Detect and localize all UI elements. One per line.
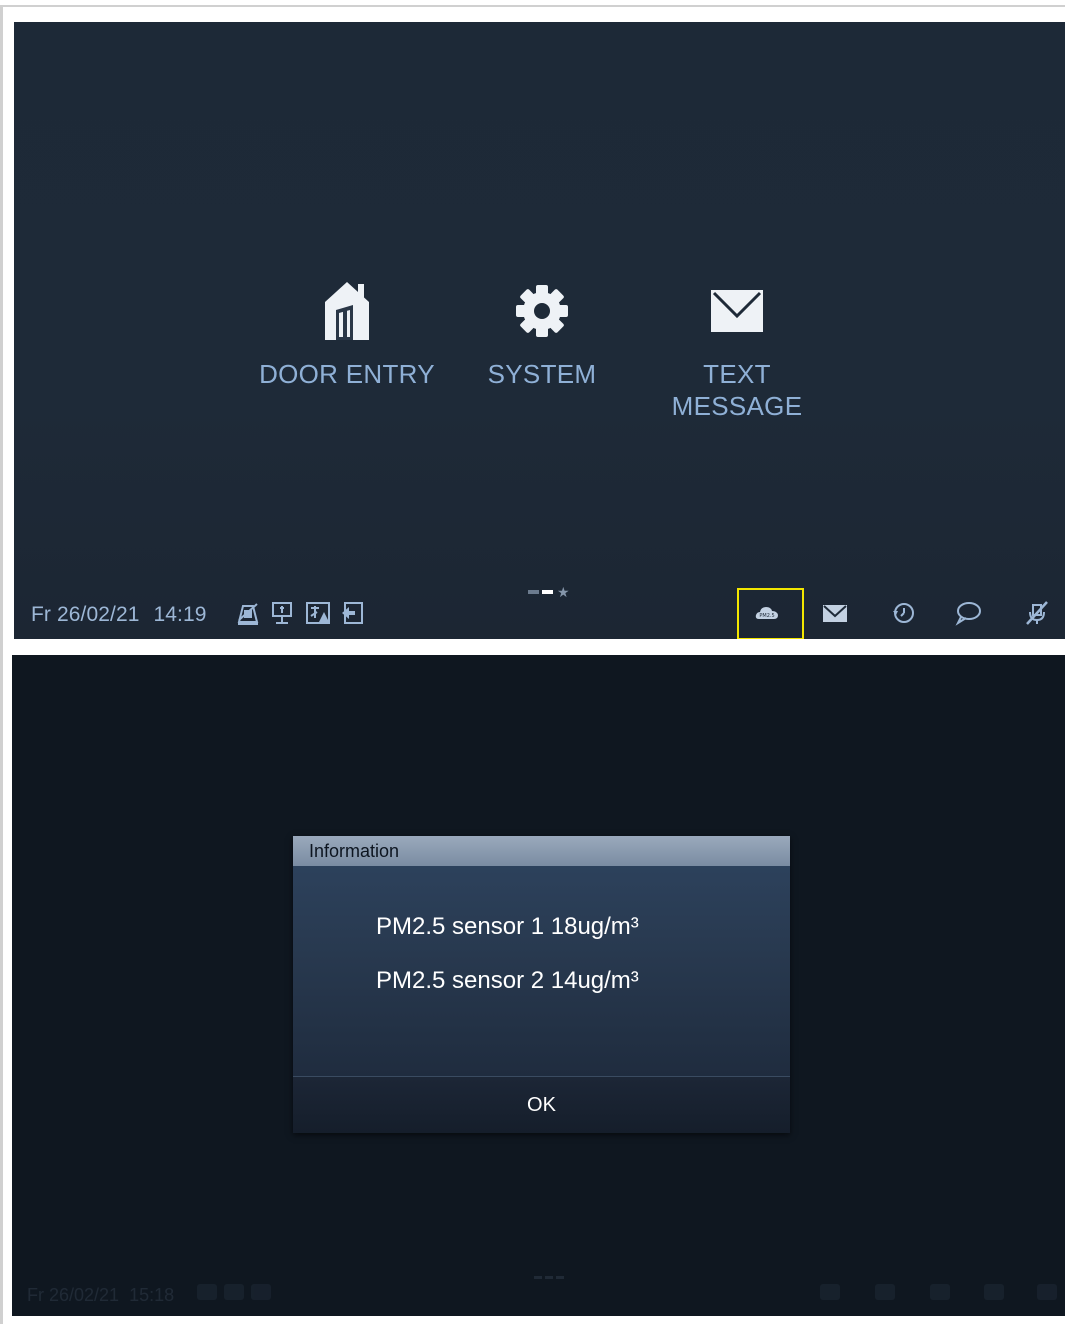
dialog-title: Information	[293, 836, 790, 866]
faded-mute-icon	[1037, 1284, 1057, 1300]
information-dialog: Information PM2.5 sensor 1 18ug/m³ PM2.5…	[293, 836, 790, 1133]
return-home-icon	[338, 599, 366, 627]
date-time: Fr 26/02/21 14:19	[31, 603, 207, 627]
pm25-sensor-1-reading: PM2.5 sensor 1 18ug/m³	[376, 913, 639, 940]
ok-button[interactable]: OK	[293, 1077, 790, 1134]
system-label: SYSTEM	[487, 359, 597, 389]
faded-date: Fr 26/02/21	[27, 1285, 120, 1305]
dialog-body: PM2.5 sensor 1 18ug/m³ PM2.5 sensor 2 14…	[376, 912, 639, 1020]
home-screen: DOOR ENTRY SYSTEM TEXT MESSAGE ★ Fr 26/0…	[14, 22, 1065, 639]
house-door-icon	[325, 282, 369, 340]
chat-icon[interactable]	[954, 599, 982, 627]
text-message-tile[interactable]: TEXT MESSAGE	[637, 280, 837, 422]
faded-page-indicator	[534, 1276, 564, 1279]
system-tile[interactable]: SYSTEM	[442, 280, 642, 390]
history-icon[interactable]	[889, 599, 917, 627]
mute-icon[interactable]	[1022, 599, 1050, 627]
faded-mail-icon	[875, 1284, 895, 1300]
faded-status-bar: Fr 26/02/21 15:18	[12, 1276, 1065, 1310]
do-not-disturb-icon	[234, 599, 262, 627]
faded-chat-icon	[984, 1284, 1004, 1300]
pm25-sensor-2-reading: PM2.5 sensor 2 14ug/m³	[376, 967, 639, 994]
gear-icon	[516, 285, 568, 337]
faded-status-icon-3	[251, 1284, 271, 1300]
door-entry-label: DOOR ENTRY	[259, 359, 435, 389]
date-text: Fr 26/02/21	[31, 603, 140, 626]
faded-status-icon-2	[224, 1284, 244, 1300]
mail-icon[interactable]	[821, 599, 849, 627]
text-message-label: TEXT MESSAGE	[671, 359, 803, 421]
faded-cloud-icon	[820, 1284, 840, 1300]
pm25-cloud-icon[interactable]: PM2.5	[753, 599, 781, 627]
faded-status-icon-1	[197, 1284, 217, 1300]
time-text: 14:19	[153, 603, 207, 626]
faded-history-icon	[930, 1284, 950, 1300]
status-bar: Fr 26/02/21 14:19 PM2.5	[14, 588, 1065, 639]
info-screen: Information PM2.5 sensor 1 18ug/m³ PM2.5…	[12, 655, 1065, 1316]
faded-date-time: Fr 26/02/21 15:18	[27, 1285, 174, 1306]
door-entry-tile[interactable]: DOOR ENTRY	[247, 280, 447, 390]
monitor-icon	[268, 599, 296, 627]
dialog-footer: OK	[293, 1076, 790, 1133]
svg-text:PM2.5: PM2.5	[759, 613, 774, 619]
envelope-icon	[711, 290, 763, 332]
alarm-icon	[304, 599, 332, 627]
faded-time: 15:18	[129, 1285, 175, 1305]
